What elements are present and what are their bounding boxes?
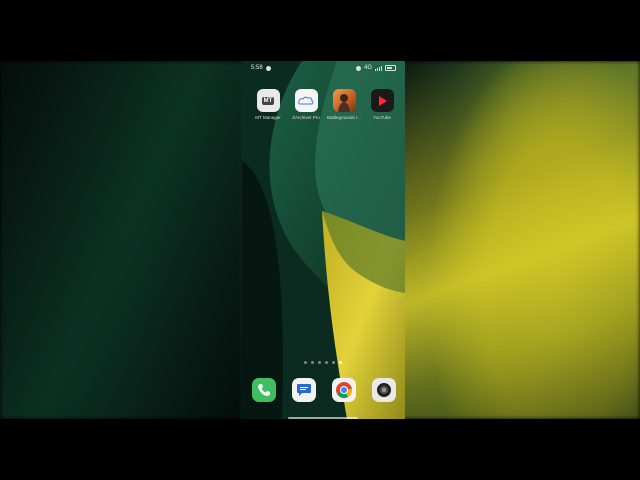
app-mt-manager[interactable]: MT MT Manager (250, 89, 286, 120)
page-dot (318, 361, 321, 364)
mt-manager-icon: MT (256, 89, 280, 112)
app-label: Battlegrounds I... (326, 115, 362, 120)
home-app-row: MT MT Manager ZArchiver Pro Battleground… (250, 89, 400, 120)
notification-icon (265, 65, 271, 71)
play-icon (370, 89, 394, 112)
app-label: YouTube (373, 115, 391, 120)
status-bar: 5:58 4G (242, 61, 405, 75)
clock: 5:58 (251, 65, 263, 71)
page-dot (304, 361, 307, 364)
phone-icon[interactable] (252, 378, 276, 402)
signal-icon (375, 65, 382, 71)
camera-icon[interactable] (372, 378, 396, 402)
app-zarchiver-pro[interactable]: ZArchiver Pro (288, 89, 324, 120)
phone-home-screen: 5:58 4G MT MT Manager ZArchiver Pro Batt… (242, 61, 405, 419)
chrome-icon[interactable] (332, 378, 356, 402)
messages-icon[interactable] (292, 378, 316, 402)
app-label: MT Manager (255, 115, 281, 120)
app-label: ZArchiver Pro (292, 115, 320, 120)
app-battlegrounds[interactable]: Battlegrounds I... (326, 89, 362, 120)
network-type: 4G (363, 65, 372, 71)
data-saver-icon (355, 65, 361, 71)
page-dot (332, 361, 335, 364)
battery-icon (385, 65, 396, 71)
gesture-bar[interactable] (288, 417, 358, 419)
dock (252, 378, 396, 402)
page-dot (325, 361, 328, 364)
page-dot-active (339, 361, 342, 364)
battlegrounds-icon (332, 89, 356, 112)
page-dot (311, 361, 314, 364)
app-youtube[interactable]: YouTube (364, 89, 400, 120)
page-indicator (304, 361, 342, 364)
cloud-app-icon (294, 89, 318, 112)
